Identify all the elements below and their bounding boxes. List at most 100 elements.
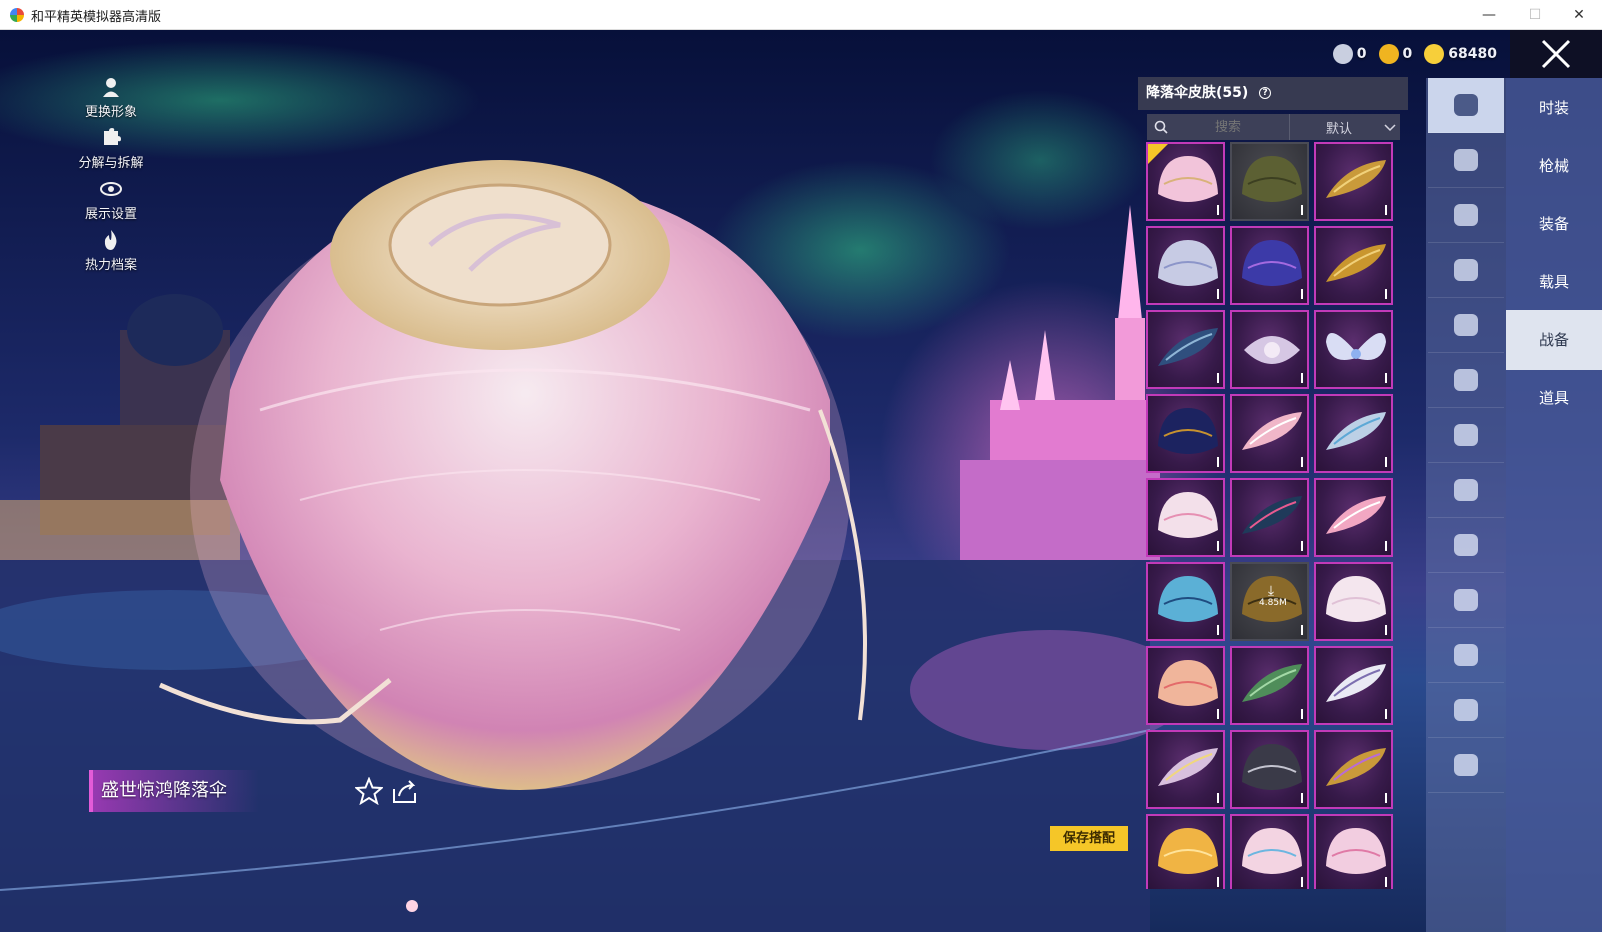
- category-speaker-button[interactable]: [1428, 408, 1504, 463]
- sparkle-icon: [1454, 699, 1478, 721]
- nav-tab[interactable]: 时装: [1506, 78, 1602, 138]
- gold-coin-icon: [1424, 44, 1445, 64]
- maximize-button[interactable]: ☐: [1512, 0, 1558, 30]
- skin-card[interactable]: [1314, 478, 1393, 557]
- skin-card[interactable]: [1314, 394, 1393, 473]
- skin-card[interactable]: ⤓ 4.85M: [1230, 562, 1309, 641]
- parachute-thumbnail: [1326, 664, 1386, 702]
- close-window-button[interactable]: ✕: [1556, 0, 1602, 30]
- flame-icon: [104, 230, 117, 250]
- skin-card[interactable]: [1314, 226, 1393, 305]
- skin-card[interactable]: [1146, 226, 1225, 305]
- nav-tab[interactable]: 战备: [1506, 310, 1602, 370]
- search-icon: [1154, 120, 1168, 134]
- nav-tab[interactable]: 枪械: [1506, 136, 1602, 196]
- category-hand-tap-button[interactable]: [1428, 628, 1504, 683]
- quantity-tick: [1217, 709, 1219, 719]
- category-parachute-button[interactable]: [1428, 78, 1504, 133]
- spray-icon: [1454, 589, 1478, 611]
- nav-tab[interactable]: 道具: [1506, 368, 1602, 428]
- quantity-tick: [1385, 289, 1387, 299]
- category-drone-button[interactable]: [1428, 188, 1504, 243]
- skin-card[interactable]: [1314, 814, 1393, 889]
- speaker-icon: [1454, 424, 1478, 446]
- quantity-tick: [1301, 709, 1303, 719]
- skin-card[interactable]: [1314, 310, 1393, 389]
- skin-card[interactable]: [1146, 814, 1225, 889]
- skin-card[interactable]: [1314, 142, 1393, 221]
- quantity-tick: [1385, 541, 1387, 551]
- nav-tab[interactable]: 载具: [1506, 252, 1602, 312]
- category-plane-button[interactable]: [1428, 243, 1504, 298]
- skin-card[interactable]: [1230, 310, 1309, 389]
- parachute-thumbnail: [1326, 333, 1386, 360]
- change-appearance-button[interactable]: 更换形象: [74, 76, 148, 120]
- category-chat-button[interactable]: [1428, 463, 1504, 518]
- skin-card[interactable]: [1146, 730, 1225, 809]
- skin-card[interactable]: [1314, 646, 1393, 725]
- help-circle-icon[interactable]: ?: [1259, 87, 1272, 99]
- skin-card[interactable]: [1146, 394, 1225, 473]
- save-outfit-button[interactable]: 保存搭配: [1050, 826, 1128, 851]
- panel-header: 降落伞皮肤(55) ?: [1138, 77, 1408, 110]
- sort-dropdown[interactable]: 默认: [1289, 114, 1400, 140]
- chat-icon: [1454, 479, 1478, 501]
- quantity-tick: [1385, 625, 1387, 635]
- game-viewport: 更换形象 分解与拆解 展示设置 热力档案 0 0 68480 降落伞皮肤(55)…: [0, 30, 1602, 932]
- skin-card[interactable]: [1146, 142, 1225, 221]
- display-settings-button[interactable]: 展示设置: [74, 178, 148, 222]
- skin-card[interactable]: [1230, 646, 1309, 725]
- category-sparkle-button[interactable]: [1428, 683, 1504, 738]
- quantity-tick: [1385, 205, 1387, 215]
- download-icon[interactable]: ⤓ 4.85M: [1259, 584, 1287, 614]
- parachute-thumbnail: [1326, 828, 1386, 874]
- window-titlebar: 和平精英模拟器高清版 — ☐ ✕: [0, 0, 1602, 30]
- minimize-button[interactable]: —: [1466, 0, 1512, 30]
- skin-card[interactable]: [1314, 730, 1393, 809]
- roast-chicken-icon: [1454, 754, 1478, 776]
- nav-tab[interactable]: 装备: [1506, 194, 1602, 254]
- parachute-thumbnail: [1158, 576, 1218, 622]
- skin-card[interactable]: [1146, 646, 1225, 725]
- currency-bar: 0 0 68480: [1332, 42, 1497, 66]
- parachute-thumbnail: [1242, 828, 1302, 874]
- category-roast-chicken-button[interactable]: [1428, 738, 1504, 793]
- skin-card[interactable]: [1230, 814, 1309, 889]
- skin-card[interactable]: [1230, 226, 1309, 305]
- skin-card[interactable]: [1146, 478, 1225, 557]
- category-boat-button[interactable]: [1428, 133, 1504, 188]
- quantity-tick: [1301, 205, 1303, 215]
- close-screen-button[interactable]: [1510, 30, 1602, 78]
- parachute-thumbnail: [1326, 576, 1386, 622]
- parachute-thumbnail: [1158, 240, 1218, 286]
- decompose-button[interactable]: 分解与拆解: [74, 127, 148, 171]
- download-size-label: 4.85M: [1259, 598, 1287, 608]
- heat-archive-button[interactable]: 热力档案: [74, 229, 148, 273]
- parachute-thumbnail: [1326, 496, 1386, 534]
- photo-icon: [1454, 534, 1478, 556]
- skin-card[interactable]: [1146, 562, 1225, 641]
- category-face-button[interactable]: [1428, 298, 1504, 353]
- parachute-thumbnail: [1158, 328, 1218, 366]
- quantity-tick: [1385, 709, 1387, 719]
- quantity-tick: [1301, 625, 1303, 635]
- search-input[interactable]: [1173, 116, 1283, 138]
- category-robot-button[interactable]: [1428, 353, 1504, 408]
- skin-card[interactable]: [1230, 730, 1309, 809]
- quantity-tick: [1385, 457, 1387, 467]
- quantity-tick: [1217, 625, 1219, 635]
- panel-title: 降落伞皮肤(55): [1146, 85, 1249, 101]
- category-photo-button[interactable]: [1428, 518, 1504, 573]
- favorite-star-icon[interactable]: [355, 777, 383, 805]
- plane-icon: [1454, 259, 1478, 281]
- skin-card[interactable]: [1146, 310, 1225, 389]
- equipped-badge-icon: [1148, 144, 1168, 164]
- skin-card[interactable]: [1230, 394, 1309, 473]
- skin-card[interactable]: [1230, 478, 1309, 557]
- skin-card[interactable]: [1230, 142, 1309, 221]
- skin-card[interactable]: [1314, 562, 1393, 641]
- parachute-thumbnail: [1158, 492, 1218, 538]
- search-and-sort-bar: 默认: [1147, 114, 1400, 140]
- category-spray-button[interactable]: [1428, 573, 1504, 628]
- share-icon[interactable]: [391, 777, 419, 805]
